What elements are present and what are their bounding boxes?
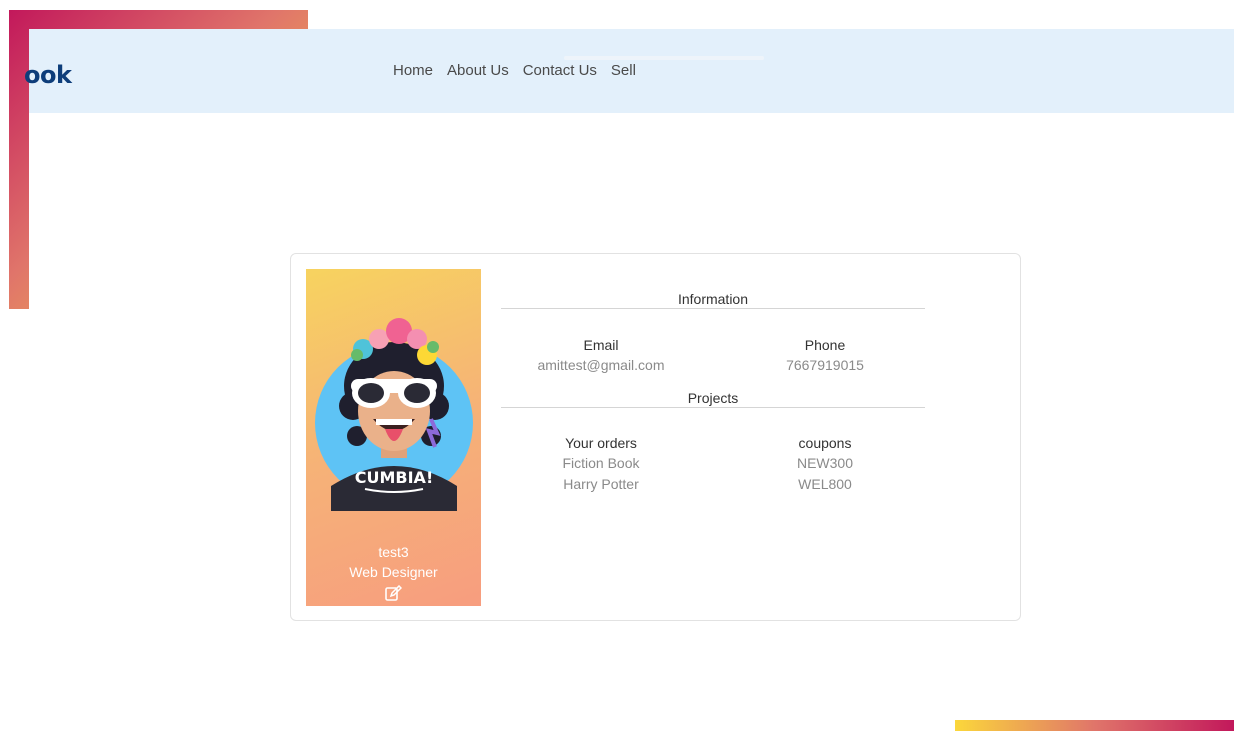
information-title: Information — [677, 291, 749, 307]
coupons-column: coupons NEW300 WEL800 — [725, 433, 925, 495]
phone-column: Phone 7667919015 — [725, 335, 925, 376]
brand-logo[interactable]: ook — [24, 61, 72, 89]
order-item[interactable]: Harry Potter — [501, 474, 701, 495]
email-label: Email — [583, 337, 619, 353]
nav-about-us[interactable]: About Us — [447, 62, 509, 79]
profile-panel: CUMBIA! test3 Web Designer — [306, 269, 481, 606]
coupon-item: NEW300 — [796, 455, 854, 471]
coupons-label: coupons — [798, 435, 852, 451]
edit-icon[interactable] — [384, 585, 402, 603]
email-column: Email amittest@gmail.com — [501, 335, 701, 376]
navbar: ook Home About Us Contact Us Sell — [24, 29, 1234, 113]
coupon-item: WEL800 — [798, 476, 852, 492]
orders-label: Your orders — [565, 435, 637, 451]
nav-contact-us[interactable]: Contact Us — [523, 62, 597, 79]
phone-label: Phone — [804, 337, 846, 353]
avatar: CUMBIA! — [315, 318, 473, 511]
nav-sell[interactable]: Sell — [611, 62, 636, 79]
orders-column: Your orders Fiction Book Harry Potter — [501, 433, 701, 495]
user-name: test3 — [378, 544, 409, 560]
phone-value: 7667919015 — [786, 357, 864, 373]
user-role: Web Designer — [349, 564, 438, 580]
nav-links: Home About Us Contact Us Sell — [393, 62, 636, 79]
profile-card: CUMBIA! test3 Web Designer Information E… — [290, 253, 1021, 621]
nav-home[interactable]: Home — [393, 62, 433, 79]
email-value: amittest@gmail.com — [537, 357, 665, 373]
decorative-corner-bottom-right — [955, 720, 1234, 731]
avatar-caption: CUMBIA! — [355, 468, 433, 487]
information-divider — [501, 308, 925, 309]
projects-title: Projects — [687, 390, 739, 406]
order-item[interactable]: Fiction Book — [501, 453, 701, 474]
navbar-top-hint — [564, 56, 764, 60]
projects-divider — [501, 407, 925, 408]
